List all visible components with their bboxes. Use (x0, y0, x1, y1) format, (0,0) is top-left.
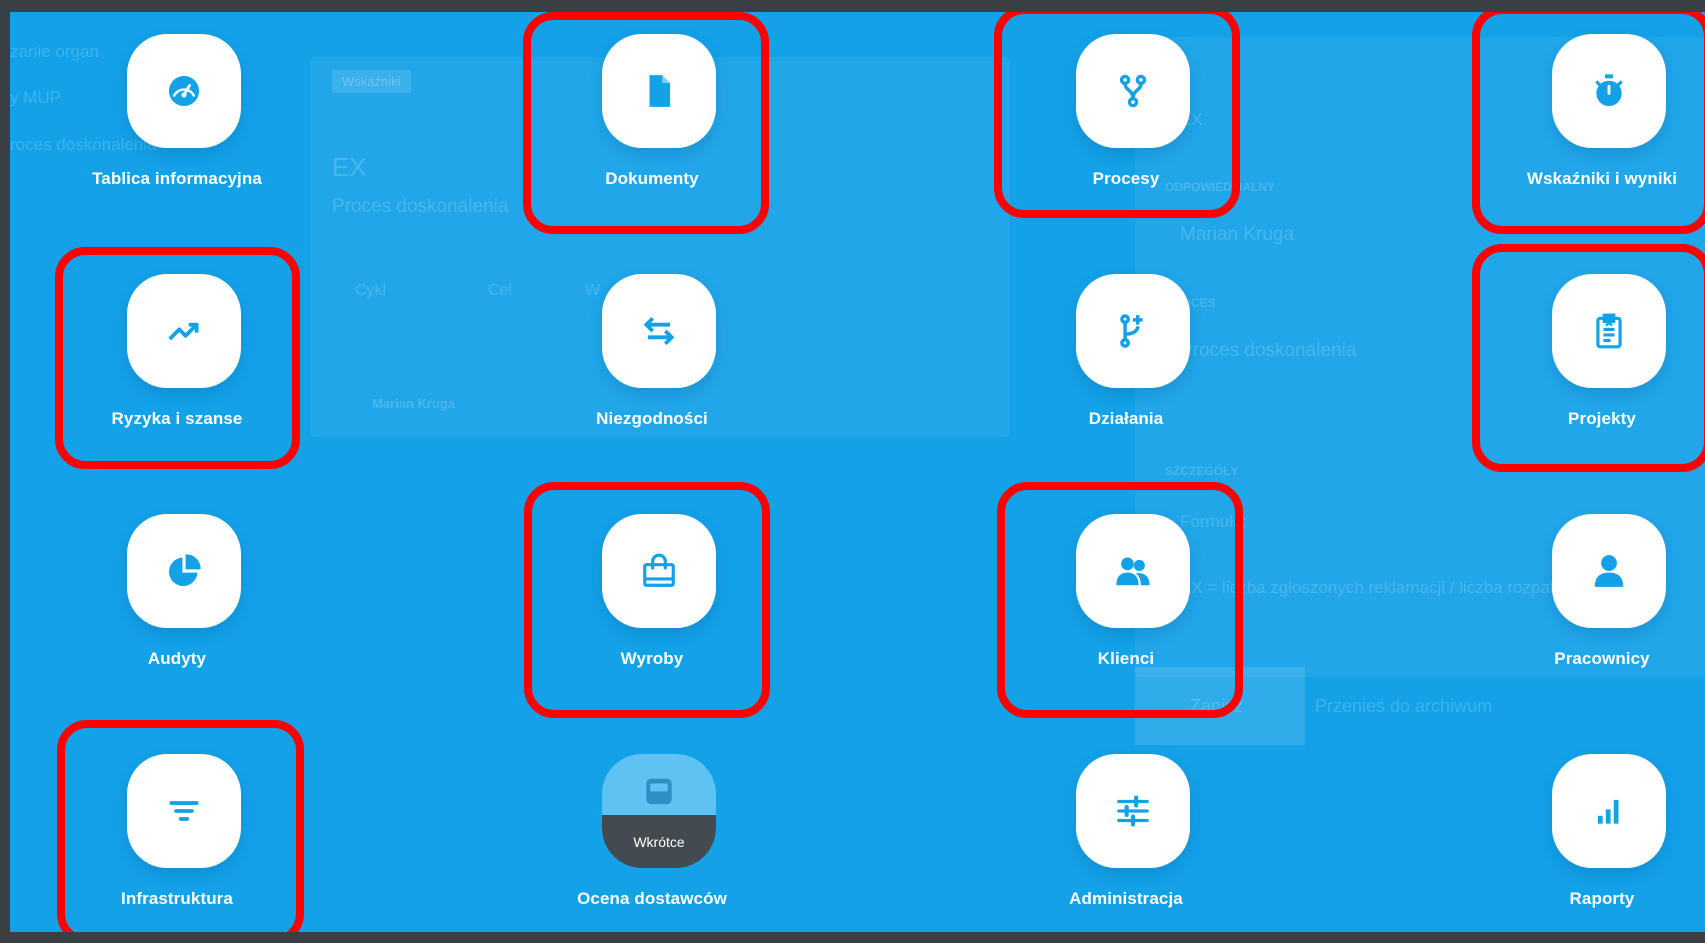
speedometer-icon (168, 75, 200, 107)
tile-label: Audyty (147, 649, 207, 668)
tile-tablica-informacyjna[interactable]: Tablica informacyjna (62, 12, 292, 212)
bg-record-title: EX (332, 152, 367, 182)
tile-icon-box[interactable] (1552, 274, 1666, 388)
bg-owner: Marian Kruga (372, 396, 456, 411)
tile-label: Ryzyka i szanse (111, 409, 243, 428)
tile-label: Projekty (1568, 409, 1636, 428)
tile-label: Pracownicy (1554, 649, 1650, 668)
people-icon (1116, 557, 1150, 586)
tile-label: Raporty (1569, 889, 1635, 908)
tile-icon-box[interactable] (1076, 34, 1190, 148)
tile-pracownicy[interactable]: Pracownicy (1487, 492, 1705, 692)
trending-up-icon (168, 322, 199, 341)
bg-nav-item: y MUP (10, 88, 61, 107)
tile-raporty[interactable]: Raporty (1487, 732, 1705, 932)
stopwatch-icon (1595, 74, 1623, 107)
clipboard-icon (1596, 313, 1622, 349)
tile-icon-box[interactable] (1552, 754, 1666, 868)
bg-record-subtitle: Proces doskonalenia (332, 196, 509, 217)
tile-wskazniki-i-wyniki[interactable]: Wskaźniki i wyniki (1487, 12, 1705, 212)
tile-label: Infrastruktura (121, 889, 233, 908)
tile-infrastruktura[interactable]: Infrastruktura (62, 732, 292, 932)
tile-icon-box: Wkrótce (602, 754, 716, 868)
tile-icon-box[interactable] (602, 274, 716, 388)
tile-label: Niezgodności (596, 409, 708, 428)
bus-icon (646, 778, 672, 805)
branch-add-icon (1120, 314, 1143, 348)
tile-icon-box[interactable] (602, 514, 716, 628)
tile-ryzyka-i-szanse[interactable]: Ryzyka i szanse (62, 252, 292, 452)
tile-icon-box[interactable] (1076, 514, 1190, 628)
bg-save-label: Zapisz (1190, 696, 1244, 716)
tile-projekty[interactable]: Projekty (1487, 252, 1705, 452)
tile-label: Administracja (1069, 889, 1183, 908)
bg-archive-label: Przenieś do archiwum (1315, 696, 1493, 716)
tile-procesy[interactable]: Procesy (1011, 12, 1241, 212)
bg-field: Cel (488, 282, 513, 299)
app-launcher-overlay: zanie organ y MUP roces doskonalenia Wsk… (10, 12, 1705, 932)
tile-icon-box[interactable] (127, 274, 241, 388)
tile-klienci[interactable]: Klienci (1011, 492, 1241, 692)
tile-ocena-dostawcow: Wkrótce Ocena dostawców (537, 732, 767, 932)
process-branch-icon (1119, 74, 1147, 108)
tile-icon-box[interactable] (1076, 274, 1190, 388)
swap-arrows-icon (643, 316, 675, 346)
tile-label: Klienci (1097, 649, 1155, 668)
tile-label: Ocena dostawców (577, 889, 727, 908)
tile-icon-box[interactable] (602, 34, 716, 148)
tile-label: Wyroby (620, 649, 684, 668)
pie-chart-icon (168, 554, 201, 587)
document-icon (649, 75, 671, 107)
tile-icon-box[interactable] (1552, 34, 1666, 148)
tile-label: Tablica informacyjna (92, 169, 262, 188)
tile-label: Działania (1088, 409, 1164, 428)
tile-dokumenty[interactable]: Dokumenty (537, 12, 767, 212)
tile-icon-box[interactable] (127, 754, 241, 868)
person-icon (1594, 555, 1624, 587)
tile-wyroby[interactable]: Wyroby (537, 492, 767, 692)
tile-dzialania[interactable]: Działania (1011, 252, 1241, 452)
tile-audyty[interactable]: Audyty (62, 492, 292, 692)
tile-label: Wskaźniki i wyniki (1526, 169, 1678, 188)
bar-chart-icon (1597, 799, 1619, 824)
tile-icon-box[interactable] (1076, 754, 1190, 868)
coming-soon-badge: Wkrótce (602, 815, 716, 868)
tile-icon-box[interactable] (1552, 514, 1666, 628)
sliders-icon (1117, 795, 1149, 827)
filter-icon (169, 801, 199, 821)
tile-icon-box[interactable] (127, 34, 241, 148)
tile-icon-box[interactable] (127, 514, 241, 628)
bg-field: Cykl (355, 282, 387, 299)
tile-administracja[interactable]: Administracja (1011, 732, 1241, 932)
tile-label: Procesy (1092, 169, 1160, 188)
tile-niezgodnosci[interactable]: Niezgodności (537, 252, 767, 452)
shopping-bag-icon (643, 553, 675, 587)
bg-section-label: SZCZEGÓŁY (1165, 464, 1239, 478)
bg-badge: Wskaźniki (332, 70, 411, 93)
tile-label: Dokumenty (605, 169, 699, 188)
bg-responsible-value: Marian Kruga (1180, 224, 1295, 245)
